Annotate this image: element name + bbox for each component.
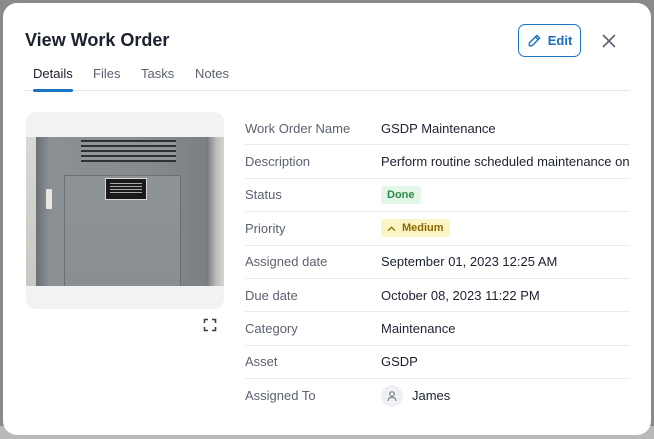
- tab-files[interactable]: Files: [93, 65, 120, 91]
- detail-label: Assigned date: [245, 254, 328, 270]
- detail-row-description: Description Perform routine scheduled ma…: [245, 145, 630, 179]
- expand-icon[interactable]: [203, 318, 217, 332]
- modal-title: View Work Order: [25, 30, 170, 50]
- chevron-up-icon: [387, 226, 396, 231]
- edit-button[interactable]: Edit: [518, 24, 581, 57]
- detail-label: Assigned To: [245, 388, 316, 404]
- detail-label: Description: [245, 154, 311, 170]
- tab-bar: Details Files Tasks Notes: [25, 65, 630, 92]
- assigned-date-value: September 01, 2023 12:25 AM: [381, 254, 558, 270]
- edit-button-label: Edit: [547, 33, 573, 48]
- work-order-modal: View Work Order Edit Details Files Tasks…: [3, 3, 651, 435]
- detail-label: Due date: [245, 287, 298, 303]
- detail-label: Asset: [245, 354, 278, 370]
- detail-label: Status: [245, 187, 282, 203]
- detail-row-status: Status Done: [245, 179, 630, 213]
- assigned-user-name: James: [412, 388, 451, 404]
- description-value: Perform routine scheduled maintenance on…: [381, 154, 630, 170]
- detail-row-assigned-to: Assigned To James: [245, 379, 630, 412]
- detail-row-priority: Priority Medium: [245, 212, 630, 246]
- user-icon: [387, 391, 397, 401]
- detail-label: Work Order Name: [245, 120, 351, 136]
- status-badge: Done: [381, 185, 421, 204]
- priority-badge: Medium: [381, 219, 450, 238]
- due-date-value: October 08, 2023 11:22 PM: [381, 287, 540, 303]
- close-icon[interactable]: [600, 32, 618, 50]
- work-order-name-value: GSDP Maintenance: [381, 120, 496, 136]
- detail-row-category: Category Maintenance: [245, 312, 630, 346]
- detail-row-asset: Asset GSDP: [245, 346, 630, 380]
- assigned-user[interactable]: James: [381, 384, 630, 407]
- detail-row-work-order-name: Work Order Name GSDP Maintenance: [245, 112, 630, 146]
- detail-label: Priority: [245, 220, 286, 236]
- work-order-image-card: [26, 112, 224, 309]
- asset-value[interactable]: GSDP: [381, 354, 630, 369]
- avatar: [381, 384, 403, 407]
- tab-notes[interactable]: Notes: [195, 65, 229, 91]
- tab-details[interactable]: Details: [33, 65, 73, 92]
- pencil-icon: [528, 34, 541, 47]
- details-list: Work Order Name GSDP Maintenance Descrip…: [245, 112, 630, 413]
- detail-row-assigned-date: Assigned date September 01, 2023 12:25 A…: [245, 246, 630, 279]
- tab-tasks[interactable]: Tasks: [141, 65, 174, 91]
- work-order-image[interactable]: [26, 137, 224, 286]
- category-value: Maintenance: [381, 321, 456, 337]
- priority-badge-label: Medium: [402, 222, 444, 235]
- detail-label: Category: [245, 321, 298, 337]
- detail-row-due-date: Due date October 08, 2023 11:22 PM: [245, 279, 630, 313]
